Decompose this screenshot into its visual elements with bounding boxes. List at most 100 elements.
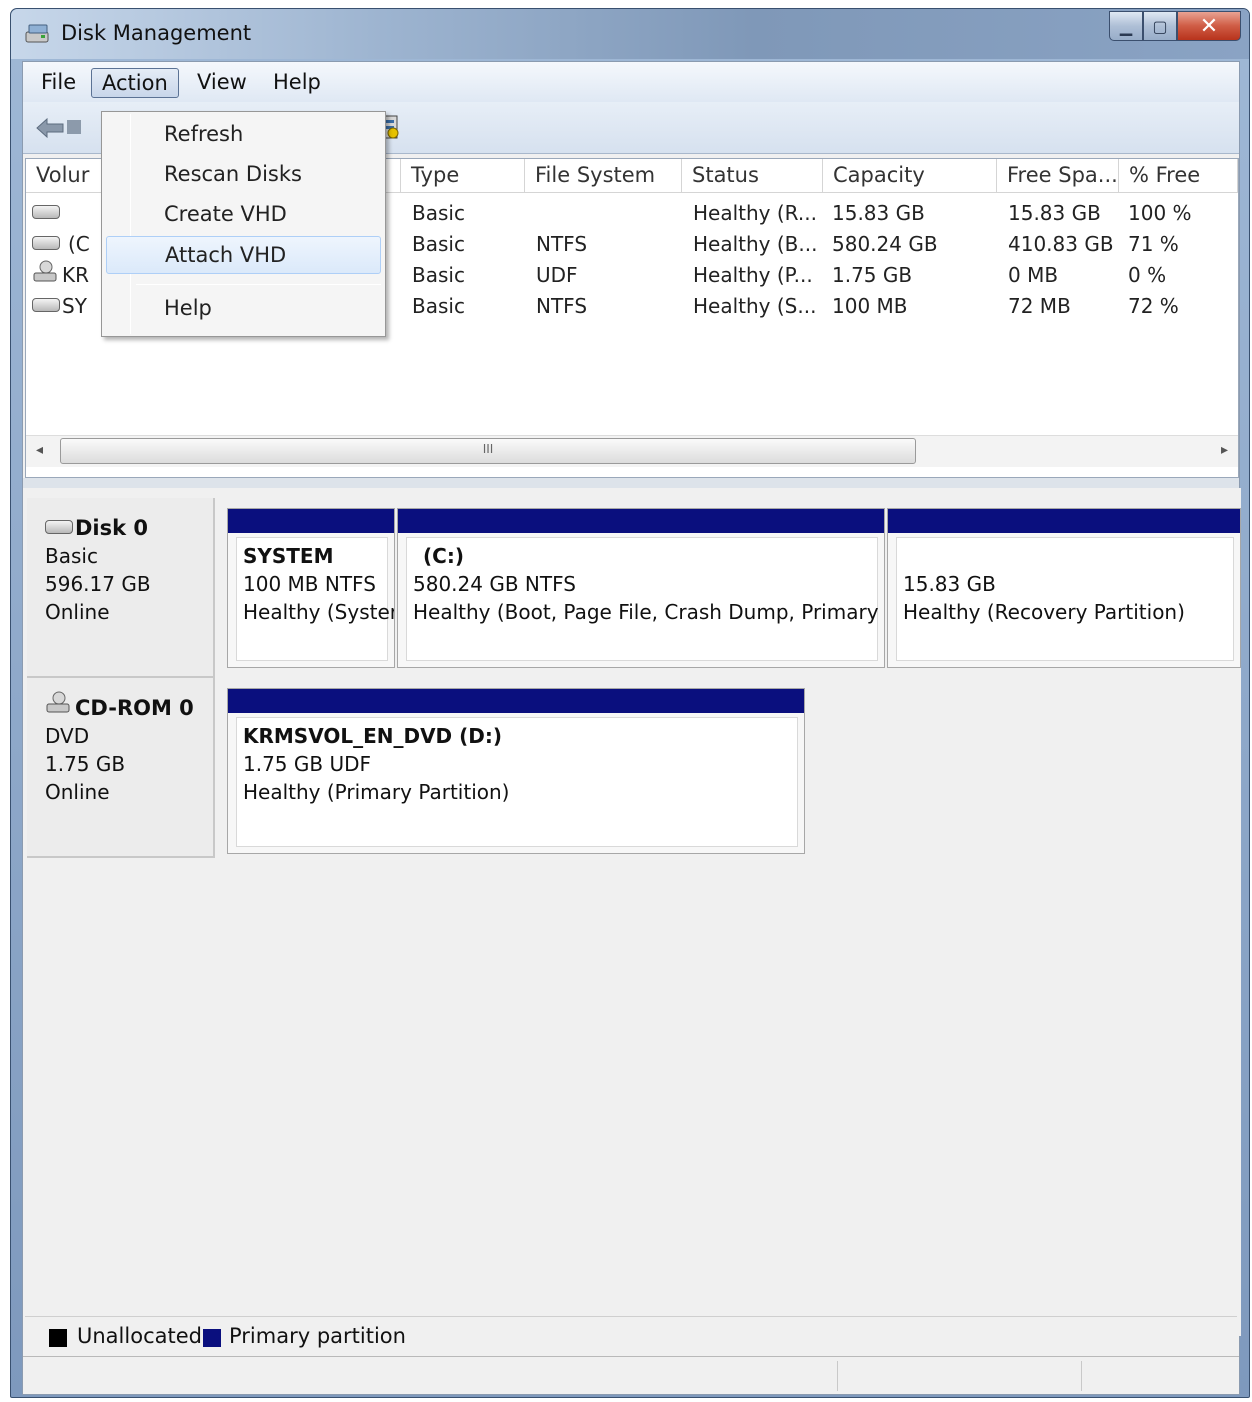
cell-volume: (C xyxy=(68,232,90,256)
menu-separator xyxy=(136,284,381,285)
primary-partition-bar xyxy=(888,509,1240,533)
forward-icon[interactable] xyxy=(67,120,81,134)
column-header-type[interactable]: Type xyxy=(401,159,525,193)
maximize-icon: ▢ xyxy=(1152,16,1168,36)
menu-item-attach-vhd[interactable]: Attach VHD xyxy=(106,236,381,274)
cell-percent-free: 100 % xyxy=(1128,201,1192,225)
cell-status: Healthy (R... xyxy=(693,201,817,225)
cell-capacity: 1.75 GB xyxy=(832,263,913,287)
close-button[interactable]: ✕ xyxy=(1177,11,1241,41)
primary-partition-bar xyxy=(398,509,884,533)
menu-bar: File Action View Help xyxy=(23,62,1239,102)
disk-0-label[interactable]: Disk 0 Basic 596.17 GB Online xyxy=(27,498,215,678)
partition-title: SYSTEM xyxy=(243,544,334,568)
hard-drive-icon xyxy=(32,298,60,312)
partition-recovery[interactable]: 15.83 GB Healthy (Recovery Partition) xyxy=(887,508,1241,668)
disk-type: Basic xyxy=(45,544,98,568)
partition-dvd[interactable]: KRMSVOL_EN_DVD (D:) 1.75 GB UDF Healthy … xyxy=(227,688,805,854)
cd-drive-icon xyxy=(46,691,70,713)
column-header-capacity[interactable]: Capacity xyxy=(823,159,997,193)
menu-item-refresh[interactable]: Refresh xyxy=(106,116,381,154)
partition-size: 1.75 GB UDF xyxy=(243,752,372,776)
cell-percent-free: 72 % xyxy=(1128,294,1179,318)
partition-status: Healthy (Syster xyxy=(243,600,395,624)
hard-drive-icon xyxy=(32,236,60,250)
cell-volume: SY xyxy=(62,294,87,318)
cell-file-system: NTFS xyxy=(536,294,588,318)
column-header-percent-free[interactable]: % Free xyxy=(1119,159,1238,193)
back-arrow-icon[interactable] xyxy=(35,116,65,140)
disk-name: CD-ROM 0 xyxy=(75,696,194,720)
status-bar xyxy=(23,1356,1239,1394)
cell-percent-free: 71 % xyxy=(1128,232,1179,256)
action-menu-dropdown: Refresh Rescan Disks Create VHD Attach V… xyxy=(101,111,386,337)
partition-body: (C:) 580.24 GB NTFS Healthy (Boot, Page … xyxy=(406,537,884,661)
title-bar[interactable]: Disk Management ▁ ▢ ✕ xyxy=(11,9,1249,59)
menu-item-help[interactable]: Help xyxy=(106,290,381,328)
minimize-button[interactable]: ▁ xyxy=(1109,11,1143,41)
cell-capacity: 15.83 GB xyxy=(832,201,925,225)
partition-status: Healthy (Boot, Page File, Crash Dump, Pr… xyxy=(413,600,885,624)
cell-status: Healthy (P... xyxy=(693,263,813,287)
disk-graphical-view: Disk 0 Basic 596.17 GB Online SYSTEM 100… xyxy=(23,488,1241,1336)
close-icon: ✕ xyxy=(1199,13,1219,39)
cdrom-0-label[interactable]: CD-ROM 0 DVD 1.75 GB Online xyxy=(27,678,215,858)
disk-status: Online xyxy=(45,780,110,804)
partition-title: (C:) xyxy=(423,544,464,568)
horizontal-scrollbar[interactable]: ◂ III ▸ xyxy=(26,435,1238,467)
window-controls: ▁ ▢ ✕ xyxy=(1109,11,1241,41)
window-title: Disk Management xyxy=(61,21,252,45)
menu-view[interactable]: View xyxy=(187,68,257,98)
status-segment xyxy=(837,1361,838,1391)
partition-body: SYSTEM 100 MB NTFS Healthy (Syster xyxy=(236,537,394,661)
partition-system[interactable]: SYSTEM 100 MB NTFS Healthy (Syster xyxy=(227,508,395,668)
partition-size: 15.83 GB xyxy=(903,572,996,596)
primary-partition-swatch xyxy=(203,1329,221,1347)
cell-type: Basic xyxy=(412,294,465,318)
hard-drive-icon xyxy=(32,205,60,219)
disk-management-window: Disk Management ▁ ▢ ✕ File Action View H… xyxy=(10,8,1250,1398)
column-header-free-space[interactable]: Free Spa... xyxy=(997,159,1119,193)
menu-file[interactable]: File xyxy=(31,68,86,98)
maximize-button[interactable]: ▢ xyxy=(1143,11,1177,41)
legend: Unallocated Primary partition xyxy=(25,1316,1237,1354)
menu-item-create-vhd[interactable]: Create VHD xyxy=(106,196,381,234)
cell-free-space: 15.83 GB xyxy=(1008,201,1101,225)
cell-file-system: NTFS xyxy=(536,232,588,256)
primary-partition-bar xyxy=(228,689,804,713)
primary-partition-bar xyxy=(228,509,394,533)
column-header-volume[interactable]: Volur xyxy=(26,159,104,193)
disk-type: DVD xyxy=(45,724,90,748)
partition-size: 100 MB NTFS xyxy=(243,572,376,596)
menu-help[interactable]: Help xyxy=(263,68,331,98)
scroll-thumb[interactable]: III xyxy=(60,438,916,464)
legend-primary: Primary partition xyxy=(229,1324,406,1348)
menu-item-rescan-disks[interactable]: Rescan Disks xyxy=(106,156,381,194)
partition-status: Healthy (Recovery Partition) xyxy=(903,600,1185,624)
cell-free-space: 410.83 GB xyxy=(1008,232,1114,256)
disk-size: 1.75 GB xyxy=(45,752,126,776)
legend-unallocated: Unallocated xyxy=(77,1324,202,1348)
partition-title: KRMSVOL_EN_DVD (D:) xyxy=(243,724,503,748)
scroll-left-icon[interactable]: ◂ xyxy=(36,442,43,458)
cell-file-system: UDF xyxy=(536,263,578,287)
partition-size: 580.24 GB NTFS xyxy=(413,572,576,596)
partition-body: KRMSVOL_EN_DVD (D:) 1.75 GB UDF Healthy … xyxy=(236,717,798,847)
column-header-file-system[interactable]: File System xyxy=(525,159,682,193)
pane-splitter[interactable] xyxy=(23,478,1239,488)
column-header-status[interactable]: Status xyxy=(682,159,823,193)
partition-body: 15.83 GB Healthy (Recovery Partition) xyxy=(896,537,1234,661)
menu-action[interactable]: Action xyxy=(91,68,179,98)
cell-type: Basic xyxy=(412,232,465,256)
cell-free-space: 72 MB xyxy=(1008,294,1071,318)
scroll-right-icon[interactable]: ▸ xyxy=(1221,442,1228,458)
cd-drive-icon xyxy=(33,260,57,282)
cell-type: Basic xyxy=(412,263,465,287)
minimize-icon: ▁ xyxy=(1119,16,1133,36)
cell-status: Healthy (S... xyxy=(693,294,817,318)
cell-percent-free: 0 % xyxy=(1128,263,1167,287)
partition-c[interactable]: (C:) 580.24 GB NTFS Healthy (Boot, Page … xyxy=(397,508,885,668)
hard-drive-icon xyxy=(45,520,73,534)
partition-status: Healthy (Primary Partition) xyxy=(243,780,510,804)
disk-name: Disk 0 xyxy=(75,516,149,540)
